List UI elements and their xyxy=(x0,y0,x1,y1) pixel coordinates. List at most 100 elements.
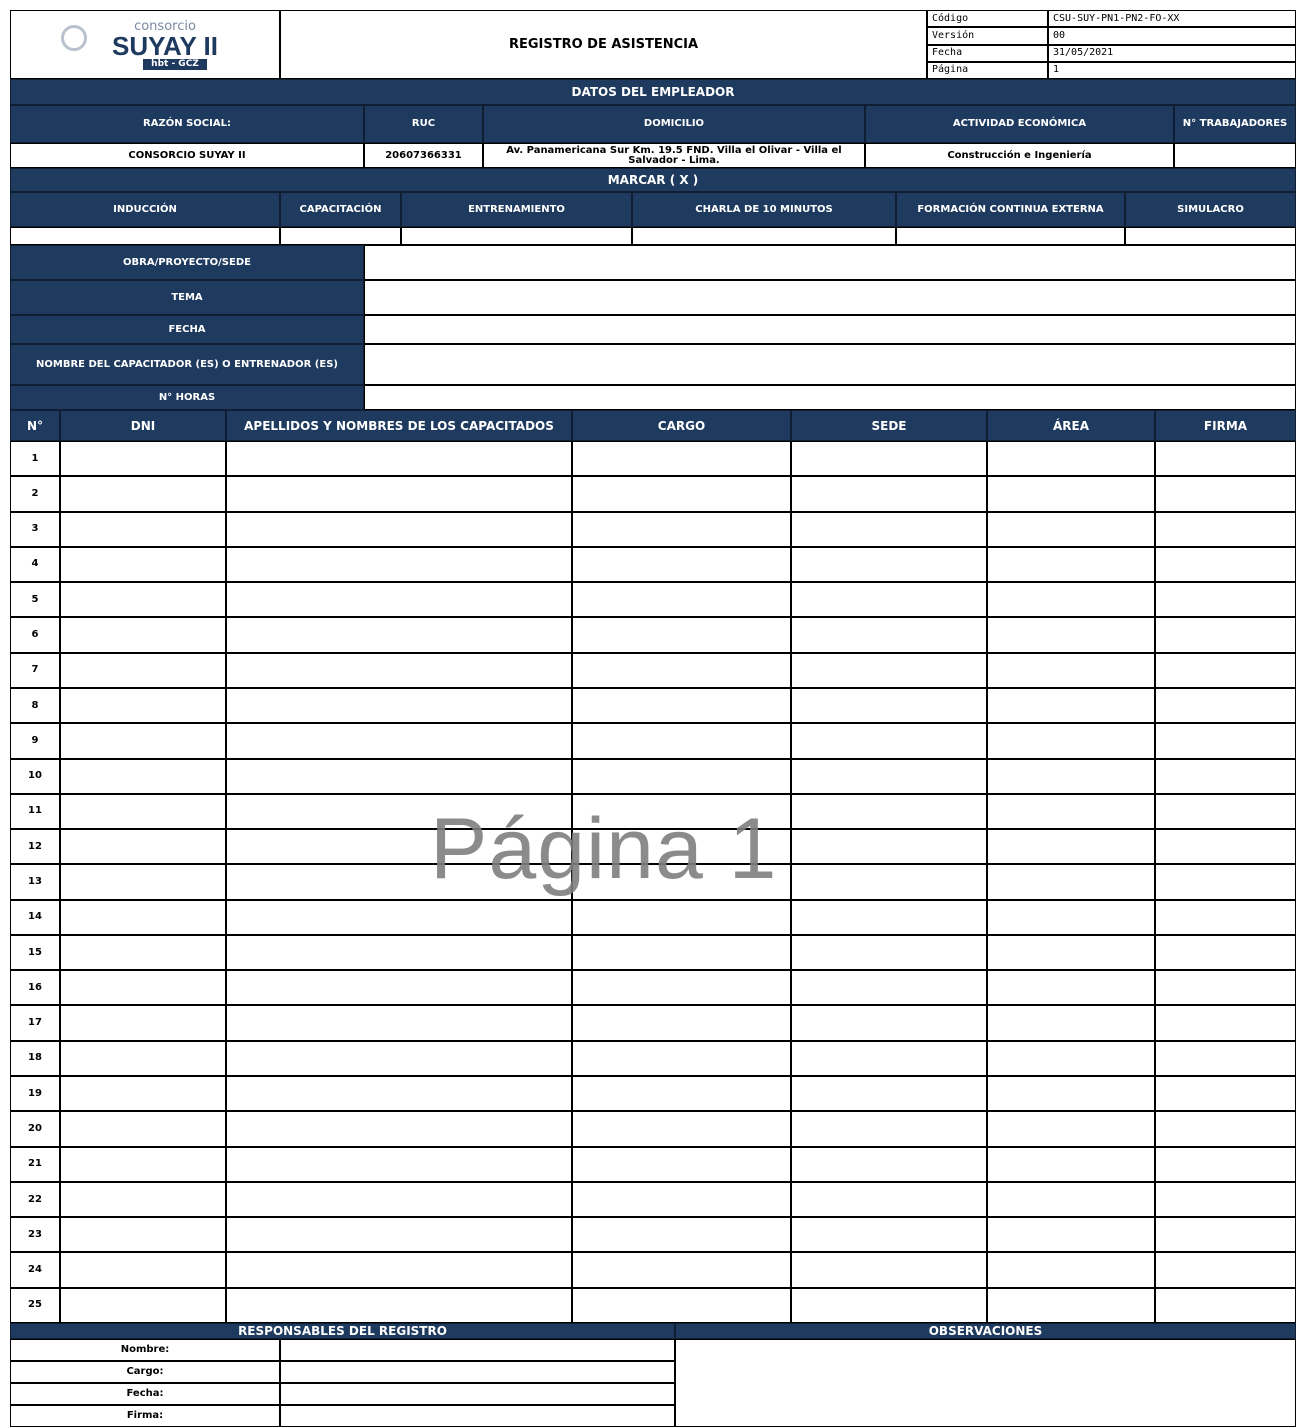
attendance-cell[interactable] xyxy=(572,899,791,935)
attendance-cell[interactable] xyxy=(226,1287,572,1323)
attendance-cell[interactable] xyxy=(1155,1252,1296,1288)
attendance-cell[interactable] xyxy=(1155,723,1296,759)
marcar-checkbox-0[interactable] xyxy=(10,227,280,245)
marcar-checkbox-1[interactable] xyxy=(280,227,401,245)
attendance-cell[interactable] xyxy=(60,687,226,724)
attendance-cell[interactable] xyxy=(987,1146,1155,1182)
attendance-cell[interactable] xyxy=(60,1181,226,1218)
attendance-cell[interactable] xyxy=(987,1217,1155,1253)
attendance-cell[interactable] xyxy=(1155,899,1296,935)
attendance-cell[interactable] xyxy=(226,758,572,794)
attendance-cell[interactable] xyxy=(1155,1111,1296,1147)
attendance-cell[interactable] xyxy=(60,1146,226,1182)
attendance-cell[interactable] xyxy=(791,1076,987,1112)
attendance-cell[interactable] xyxy=(60,758,226,794)
attendance-cell[interactable] xyxy=(791,1181,987,1218)
attendance-cell[interactable] xyxy=(987,546,1155,583)
marcar-checkbox-4[interactable] xyxy=(896,227,1125,245)
attendance-cell[interactable] xyxy=(572,687,791,724)
attendance-cell[interactable] xyxy=(226,652,572,688)
attendance-cell[interactable] xyxy=(60,899,226,935)
attendance-cell[interactable] xyxy=(60,793,226,830)
attendance-cell[interactable] xyxy=(1155,1146,1296,1182)
attendance-cell[interactable] xyxy=(572,1111,791,1147)
attendance-cell[interactable] xyxy=(60,1111,226,1147)
attendance-cell[interactable] xyxy=(987,1005,1155,1041)
attendance-cell[interactable] xyxy=(60,1252,226,1288)
attendance-cell[interactable] xyxy=(987,758,1155,794)
attendance-cell[interactable] xyxy=(572,1005,791,1041)
attendance-cell[interactable] xyxy=(572,617,791,653)
attendance-cell[interactable] xyxy=(226,546,572,583)
attendance-cell[interactable] xyxy=(226,582,572,618)
attendance-cell[interactable] xyxy=(226,511,572,547)
attendance-cell[interactable] xyxy=(60,829,226,865)
attendance-cell[interactable] xyxy=(572,546,791,583)
info-value-1[interactable] xyxy=(364,280,1296,315)
info-value-3[interactable] xyxy=(364,344,1296,385)
attendance-cell[interactable] xyxy=(226,1040,572,1077)
attendance-cell[interactable] xyxy=(791,758,987,794)
attendance-cell[interactable] xyxy=(572,441,791,477)
attendance-cell[interactable] xyxy=(572,1287,791,1323)
attendance-cell[interactable] xyxy=(226,1252,572,1288)
attendance-cell[interactable] xyxy=(60,1005,226,1041)
attendance-cell[interactable] xyxy=(572,1181,791,1218)
attendance-cell[interactable] xyxy=(572,1076,791,1112)
attendance-cell[interactable] xyxy=(791,546,987,583)
marcar-checkbox-5[interactable] xyxy=(1125,227,1296,245)
attendance-cell[interactable] xyxy=(226,899,572,935)
attendance-cell[interactable] xyxy=(226,1111,572,1147)
attendance-cell[interactable] xyxy=(60,723,226,759)
responsable-value-0[interactable] xyxy=(280,1339,675,1361)
attendance-cell[interactable] xyxy=(987,511,1155,547)
attendance-cell[interactable] xyxy=(226,1217,572,1253)
attendance-cell[interactable] xyxy=(791,1040,987,1077)
attendance-cell[interactable] xyxy=(987,441,1155,477)
attendance-cell[interactable] xyxy=(226,1076,572,1112)
attendance-cell[interactable] xyxy=(987,864,1155,900)
attendance-cell[interactable] xyxy=(226,1146,572,1182)
attendance-cell[interactable] xyxy=(1155,793,1296,830)
attendance-cell[interactable] xyxy=(1155,1217,1296,1253)
attendance-cell[interactable] xyxy=(791,829,987,865)
attendance-cell[interactable] xyxy=(791,1111,987,1147)
attendance-cell[interactable] xyxy=(987,723,1155,759)
attendance-cell[interactable] xyxy=(572,723,791,759)
attendance-cell[interactable] xyxy=(1155,934,1296,971)
info-value-0[interactable] xyxy=(364,245,1296,280)
attendance-cell[interactable] xyxy=(572,1252,791,1288)
attendance-cell[interactable] xyxy=(1155,970,1296,1006)
attendance-cell[interactable] xyxy=(226,687,572,724)
attendance-cell[interactable] xyxy=(987,829,1155,865)
attendance-cell[interactable] xyxy=(791,476,987,512)
attendance-cell[interactable] xyxy=(791,687,987,724)
attendance-cell[interactable] xyxy=(60,1287,226,1323)
attendance-cell[interactable] xyxy=(572,793,791,830)
info-value-2[interactable] xyxy=(364,315,1296,344)
attendance-cell[interactable] xyxy=(987,476,1155,512)
attendance-cell[interactable] xyxy=(791,652,987,688)
attendance-cell[interactable] xyxy=(226,723,572,759)
empleador-value-4[interactable] xyxy=(1174,143,1296,168)
attendance-cell[interactable] xyxy=(1155,1005,1296,1041)
observaciones-box[interactable] xyxy=(675,1339,1296,1427)
attendance-cell[interactable] xyxy=(987,1111,1155,1147)
attendance-cell[interactable] xyxy=(987,899,1155,935)
attendance-cell[interactable] xyxy=(791,864,987,900)
attendance-cell[interactable] xyxy=(572,1146,791,1182)
attendance-cell[interactable] xyxy=(1155,829,1296,865)
attendance-cell[interactable] xyxy=(1155,1181,1296,1218)
info-value-4[interactable] xyxy=(364,385,1296,410)
attendance-cell[interactable] xyxy=(791,793,987,830)
attendance-cell[interactable] xyxy=(1155,652,1296,688)
attendance-cell[interactable] xyxy=(60,582,226,618)
responsable-value-3[interactable] xyxy=(280,1405,675,1427)
attendance-cell[interactable] xyxy=(987,970,1155,1006)
attendance-cell[interactable] xyxy=(791,582,987,618)
attendance-cell[interactable] xyxy=(1155,687,1296,724)
attendance-cell[interactable] xyxy=(791,1146,987,1182)
attendance-cell[interactable] xyxy=(60,970,226,1006)
attendance-cell[interactable] xyxy=(987,1252,1155,1288)
attendance-cell[interactable] xyxy=(1155,476,1296,512)
